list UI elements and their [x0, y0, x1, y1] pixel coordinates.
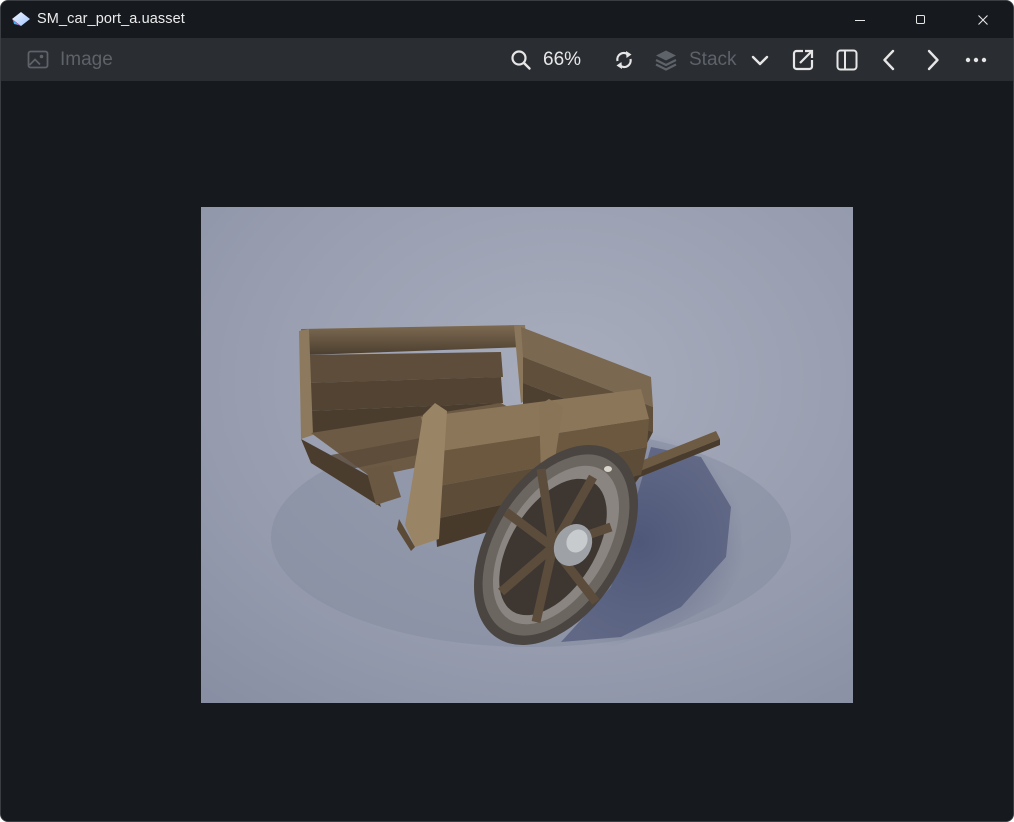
- rotate-icon: [616, 50, 632, 69]
- app-icon: [12, 12, 30, 26]
- stack-dropdown-button[interactable]: [747, 38, 773, 81]
- stack-button[interactable]: Stack: [654, 38, 742, 81]
- next-button[interactable]: [921, 38, 945, 81]
- displayed-image[interactable]: [201, 207, 853, 703]
- stack-label: Stack: [689, 48, 737, 70]
- image-canvas: [1, 81, 1013, 821]
- image-label: Image: [60, 48, 113, 70]
- window-title: SM_car_port_a.uasset: [37, 11, 185, 27]
- open-external-button[interactable]: [790, 38, 816, 81]
- maximize-icon: [916, 14, 925, 24]
- chevron-right-icon: [927, 49, 939, 70]
- more-options-button[interactable]: [961, 38, 991, 81]
- image-button[interactable]: Image: [27, 38, 123, 81]
- toolbar: Image 66% Stack: [1, 38, 1013, 81]
- chevron-down-icon: [751, 55, 769, 65]
- image-icon: [27, 50, 49, 68]
- toggle-panel-button[interactable]: [834, 38, 860, 81]
- minimize-icon: [855, 19, 865, 21]
- more-icon: [965, 57, 987, 62]
- zoom-button[interactable]: 66%: [510, 38, 590, 81]
- zoom-level: 66%: [543, 48, 582, 70]
- zoom-icon: [511, 49, 531, 70]
- stack-icon: [655, 50, 677, 71]
- title-bar: SM_car_port_a.uasset: [1, 1, 1013, 38]
- photos-window: SM_car_port_a.uasset Image 66% Stack: [0, 0, 1014, 822]
- close-icon: [978, 14, 988, 25]
- side-panel-icon: [836, 49, 858, 70]
- rotate-button[interactable]: [609, 38, 639, 81]
- chevron-left-icon: [883, 49, 895, 70]
- previous-button[interactable]: [877, 38, 901, 81]
- close-button[interactable]: [960, 1, 1006, 38]
- maximize-button[interactable]: [898, 1, 944, 38]
- minimize-button[interactable]: [837, 1, 883, 38]
- open-external-icon: [792, 49, 814, 70]
